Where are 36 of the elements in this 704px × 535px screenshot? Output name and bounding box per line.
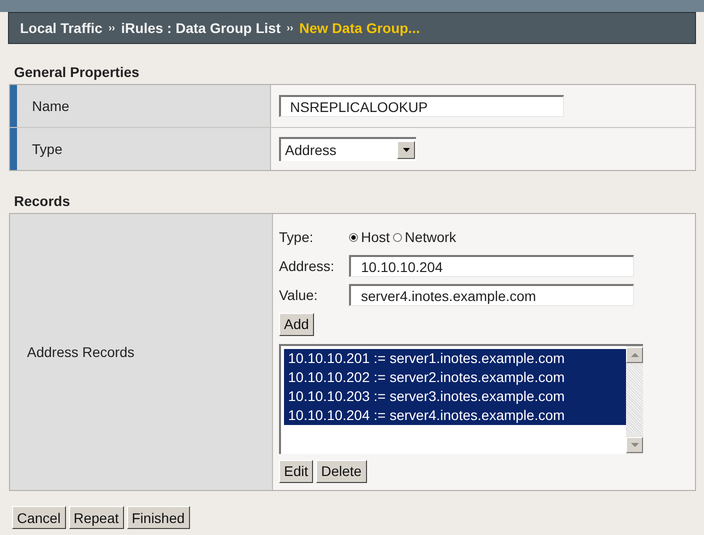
table-cell: Type <box>10 128 271 170</box>
section-heading: General Properties <box>14 64 140 80</box>
value-field[interactable]: server4.inotes.example.com <box>349 284 634 306</box>
table-cell: Address Records <box>10 214 273 490</box>
breadcrumb-item[interactable]: Local Traffic <box>20 20 102 36</box>
list-item[interactable]: 10.10.10.204 := server4.inotes.example.com <box>284 406 626 425</box>
name-field[interactable]: NSREPLICALOOKUP <box>279 95 564 117</box>
type-dropdown[interactable]: Address <box>279 137 416 161</box>
list-item[interactable]: 10.10.10.203 := server3.inotes.example.com <box>284 387 626 406</box>
form-button[interactable]: Cancel <box>12 506 66 529</box>
section-heading: Records <box>14 193 72 209</box>
breadcrumb-item[interactable]: iRules : Data Group List <box>121 20 281 36</box>
table-cell: Name <box>10 85 271 127</box>
radio-label[interactable]: Network <box>404 229 456 245</box>
dropdown-arrow-icon <box>402 148 410 152</box>
breadcrumb-separator: ›› <box>108 22 116 34</box>
address-label: Address: <box>279 258 336 274</box>
list-action-button[interactable]: Delete <box>316 460 367 482</box>
list-item[interactable]: 10.10.10.201 := server1.inotes.example.com <box>284 349 626 368</box>
records-listbox[interactable]: 10.10.10.201 := server1.inotes.example.com 10.10.10.202 := server2.inotes.example.com 10.10.10.203 := server3.inotes.example.com 10.10.10.204 := server4.inotes.example.com <box>279 344 643 454</box>
form-button[interactable]: Finished <box>126 506 190 529</box>
scroll-up-icon <box>630 353 638 357</box>
form-button[interactable]: Repeat <box>68 506 124 529</box>
scrollbar[interactable] <box>626 346 643 454</box>
radio-button[interactable] <box>392 232 402 242</box>
scroll-down-icon <box>630 443 638 447</box>
type-label: Type: <box>279 229 314 245</box>
value-label: Value: <box>279 287 319 303</box>
radio-label[interactable]: Host <box>361 229 390 245</box>
list-action-button[interactable]: Edit <box>279 460 314 482</box>
list-item[interactable]: 10.10.10.202 := server2.inotes.example.com <box>284 368 626 387</box>
address-field[interactable]: 10.10.10.204 <box>349 255 634 277</box>
breadcrumb-separator: ›› <box>286 22 294 34</box>
add-button[interactable]: Add <box>279 312 314 336</box>
radio-button[interactable] <box>349 232 358 242</box>
breadcrumb-item: New Data Group... <box>299 20 420 36</box>
